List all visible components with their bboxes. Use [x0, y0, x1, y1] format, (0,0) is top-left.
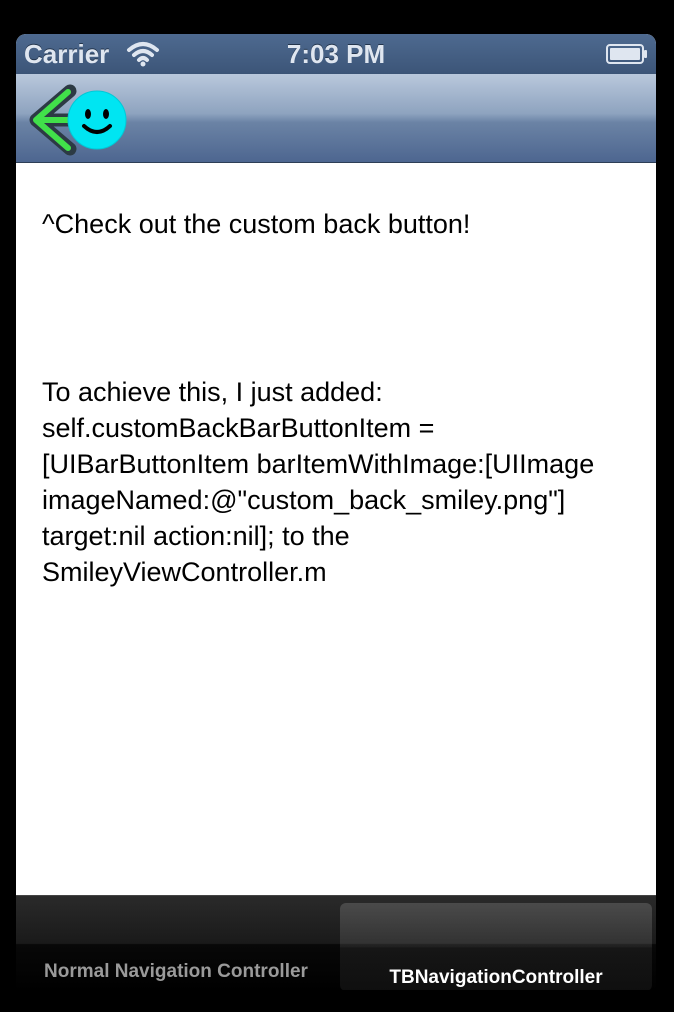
tab-label: Normal Navigation Controller	[44, 961, 308, 982]
tab-bar: Normal Navigation Controller TBNavigatio…	[16, 895, 656, 990]
battery-full-icon	[606, 44, 647, 64]
hint-text: ^Check out the custom back button!	[42, 209, 471, 239]
content-view: ^Check out the custom back button! To ac…	[16, 163, 656, 895]
smiley-back-arrow-icon	[29, 84, 127, 156]
custom-back-button[interactable]	[24, 82, 130, 158]
screen: Carrier 7:03 PM ^Check out the custom ba…	[16, 34, 656, 990]
status-bar: Carrier 7:03 PM	[16, 34, 656, 74]
tab-tb-navigation-controller[interactable]: TBNavigationController	[340, 903, 652, 990]
status-time: 7:03 PM	[286, 39, 386, 69]
navigation-bar	[16, 74, 656, 163]
explanation-text: To achieve this, I just added: self.cust…	[42, 377, 595, 587]
tab-normal-navigation-controller[interactable]: Normal Navigation Controller	[16, 896, 336, 990]
tab-label: TBNavigationController	[389, 967, 603, 988]
device-frame: Carrier 7:03 PM ^Check out the custom ba…	[0, 0, 674, 1012]
